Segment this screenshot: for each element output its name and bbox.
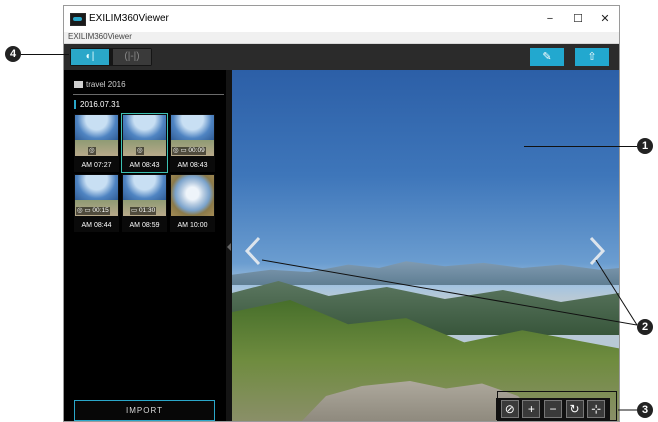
thumbnail-badge: ▭ 01:30	[130, 207, 157, 215]
callout-1-line	[524, 146, 637, 147]
thumbnail-image	[123, 115, 166, 156]
thumbnail-badge: ◎	[88, 147, 96, 155]
edit-icon: ✎	[542, 51, 552, 63]
thumbnail-image	[171, 175, 214, 216]
title-bar: EXILIM360Viewer − ☐ ✕	[64, 6, 619, 32]
callout-4-line	[21, 54, 69, 55]
share-button[interactable]: ⇧	[575, 48, 609, 66]
folder-icon	[74, 81, 83, 88]
thumbnail[interactable]: ▭ 01:30 AM 08:59	[122, 174, 167, 232]
folder-name: travel 2016	[86, 80, 126, 89]
minimize-button[interactable]: −	[537, 10, 563, 28]
app-window: EXILIM360Viewer − ☐ ✕ EXILIM360Viewer ◐|…	[63, 5, 620, 422]
thumbnail-time: AM 08:44	[81, 222, 112, 229]
thumbnail-badge: ◎ ▭ 00:15	[76, 207, 110, 215]
thumbnail[interactable]: ◎ ▭ 00:15 AM 08:44	[74, 174, 119, 232]
panorama-viewer[interactable]: ⊘ + − ↻ ⊹	[232, 70, 619, 421]
thumbnail[interactable]: ◎ AM 07:27	[74, 114, 119, 172]
thumbnail[interactable]: AM 10:00	[170, 174, 215, 232]
callout-2: 2	[637, 319, 653, 335]
folder-row[interactable]: travel 2016	[74, 80, 126, 92]
previous-arrow-icon[interactable]	[244, 236, 262, 266]
date-label: 2016.07.31	[80, 100, 121, 109]
menu-bar-label: EXILIM360Viewer	[68, 32, 132, 41]
date-header: 2016.07.31	[74, 100, 120, 110]
divider	[73, 94, 224, 95]
toolbar: ◐| (|-|) ✎ ⇧	[64, 44, 619, 70]
sidebar: travel 2016 2016.07.31 ◎ AM 07:27 ◎ AM 0…	[64, 70, 226, 421]
thumbnail-badge: ◎ ▭ 00:09	[172, 147, 206, 155]
callout-1: 1	[637, 138, 653, 154]
close-button[interactable]: ✕	[592, 10, 618, 28]
menu-bar: EXILIM360Viewer	[64, 32, 619, 44]
thumbnail-selected[interactable]: ◎ AM 08:43	[121, 113, 168, 173]
thumbnail-time: AM 07:27	[81, 162, 112, 169]
collapse-arrow-icon[interactable]	[227, 243, 231, 251]
thumbnail-badge: ◎	[136, 147, 144, 155]
next-arrow-icon[interactable]	[588, 236, 606, 266]
window-title: EXILIM360Viewer	[89, 13, 169, 24]
app-logo-icon	[70, 13, 86, 26]
thumbnail[interactable]: ◎ ▭ 00:09 AM 08:43	[170, 114, 215, 172]
thumbnail-time: AM 10:00	[177, 222, 208, 229]
thumbnail-time: AM 08:43	[177, 162, 208, 169]
maximize-button[interactable]: ☐	[565, 10, 591, 28]
import-button[interactable]: IMPORT	[74, 400, 215, 421]
mode-panorama-button[interactable]: (|-|)	[113, 49, 151, 65]
mode-360-button[interactable]: ◐|	[71, 49, 109, 65]
thumbnail-image	[75, 115, 118, 156]
edit-button[interactable]: ✎	[530, 48, 564, 66]
thumbnail-time: AM 08:43	[129, 162, 160, 169]
distant-mountains	[232, 261, 619, 285]
date-marker	[74, 100, 76, 109]
thumbnail-time: AM 08:59	[129, 222, 160, 229]
callout-3-bracket	[497, 391, 617, 421]
share-icon: ⇧	[587, 51, 597, 63]
callout-4: 4	[5, 46, 21, 62]
display-mode-toggle[interactable]: ◐| (|-|)	[70, 48, 152, 66]
callout-3: 3	[637, 402, 653, 418]
